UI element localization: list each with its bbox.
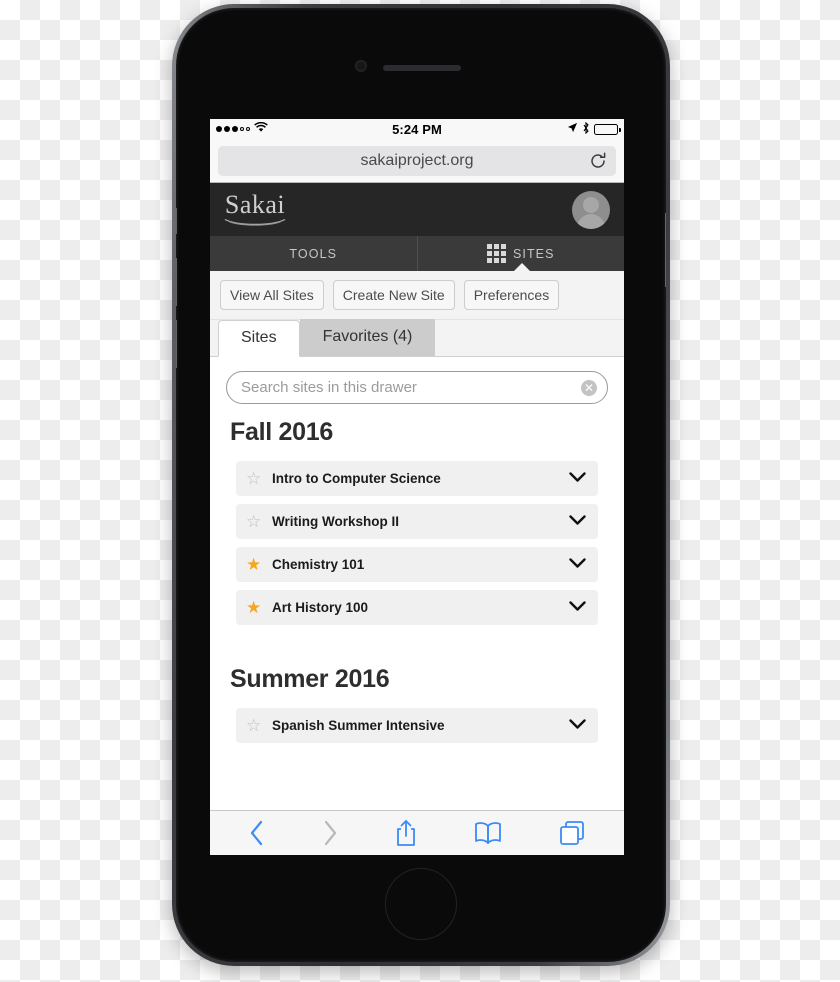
term-heading-summer: Summer 2016 (230, 665, 390, 693)
site-row[interactable]: ☆ Spanish Summer Intensive (236, 708, 598, 743)
chevron-down-icon[interactable] (569, 556, 586, 574)
site-actions-toolbar: View All Sites Create New Site Preferenc… (210, 271, 624, 320)
create-new-site-button[interactable]: Create New Site (332, 280, 455, 310)
site-name: Spanish Summer Intensive (272, 718, 445, 733)
reload-icon[interactable] (589, 151, 607, 175)
sites-drawer: ✕ Fall 2016 ☆ Intro to Computer Science … (210, 357, 624, 743)
nav-tab-tools-label: TOOLS (289, 246, 338, 261)
favorite-star-icon[interactable]: ☆ (246, 470, 268, 487)
site-name: Art History 100 (272, 600, 369, 615)
site-name: Chemistry 101 (272, 557, 365, 572)
nav-tab-tools[interactable]: TOOLS (210, 236, 417, 271)
favorite-star-icon[interactable]: ★ (246, 556, 268, 573)
site-row[interactable]: ★ Art History 100 (236, 590, 598, 625)
power-button[interactable] (665, 213, 666, 287)
term-heading-fall: Fall 2016 (230, 418, 333, 446)
chevron-down-icon[interactable] (569, 513, 586, 531)
drawer-tab-bar: Sites Favorites (4) (210, 319, 624, 357)
preferences-button[interactable]: Preferences (463, 280, 560, 310)
back-icon[interactable] (249, 820, 265, 846)
grid-icon (486, 244, 506, 263)
browser-address-bar[interactable]: sakaiproject.org (210, 139, 624, 183)
favorite-star-icon[interactable]: ★ (246, 599, 268, 616)
sakai-main-nav: TOOLS SITES (210, 236, 624, 272)
tabs-icon[interactable] (559, 820, 585, 846)
sakai-app-header: Sakai (210, 183, 624, 236)
chevron-down-icon[interactable] (569, 470, 586, 488)
mute-switch[interactable] (176, 208, 177, 234)
status-bar: 5:24 PM (210, 119, 624, 139)
home-button[interactable] (385, 868, 457, 940)
sakai-logo-swoosh (224, 218, 286, 226)
tab-favorites[interactable]: Favorites (4) (299, 319, 436, 356)
sakai-logo-text: Sakai (224, 190, 286, 219)
volume-up-button[interactable] (176, 258, 177, 306)
chevron-down-icon[interactable] (569, 599, 586, 617)
battery-full-icon (594, 123, 621, 135)
url-text: sakaiproject.org (360, 151, 474, 169)
tab-sites[interactable]: Sites (218, 320, 300, 357)
nav-tab-sites-label: SITES (512, 246, 555, 261)
volume-down-button[interactable] (176, 320, 177, 368)
site-row[interactable]: ☆ Intro to Computer Science (236, 461, 598, 496)
search-input[interactable] (226, 371, 608, 404)
clear-search-icon[interactable]: ✕ (581, 379, 597, 396)
status-bar-clock: 5:24 PM (392, 121, 442, 137)
front-camera-icon (355, 60, 367, 72)
search-field-wrapper: ✕ (226, 371, 608, 404)
bookmarks-icon[interactable] (474, 821, 502, 845)
chevron-down-icon[interactable] (569, 717, 586, 735)
forward-icon (322, 820, 338, 846)
site-row[interactable]: ☆ Writing Workshop II (236, 504, 598, 539)
url-field[interactable]: sakaiproject.org (218, 145, 616, 176)
site-name: Writing Workshop II (272, 514, 399, 529)
phone-bezel: 5:24 PM sakaiproject.org Sakai TOOLS SIT… (176, 8, 666, 962)
avatar[interactable] (572, 190, 610, 229)
active-tab-caret-icon (513, 263, 531, 272)
earpiece-speaker (383, 65, 461, 71)
site-name: Intro to Computer Science (272, 471, 441, 486)
favorite-star-icon[interactable]: ☆ (246, 513, 268, 530)
browser-bottom-toolbar (210, 810, 624, 855)
favorite-star-icon[interactable]: ☆ (246, 717, 268, 734)
phone-screen: 5:24 PM sakaiproject.org Sakai TOOLS SIT… (210, 119, 624, 855)
site-row[interactable]: ★ Chemistry 101 (236, 547, 598, 582)
view-all-sites-button[interactable]: View All Sites (220, 280, 324, 310)
phone-device-frame: 5:24 PM sakaiproject.org Sakai TOOLS SIT… (172, 4, 670, 966)
share-icon[interactable] (395, 819, 417, 847)
sakai-logo[interactable]: Sakai (224, 192, 286, 227)
